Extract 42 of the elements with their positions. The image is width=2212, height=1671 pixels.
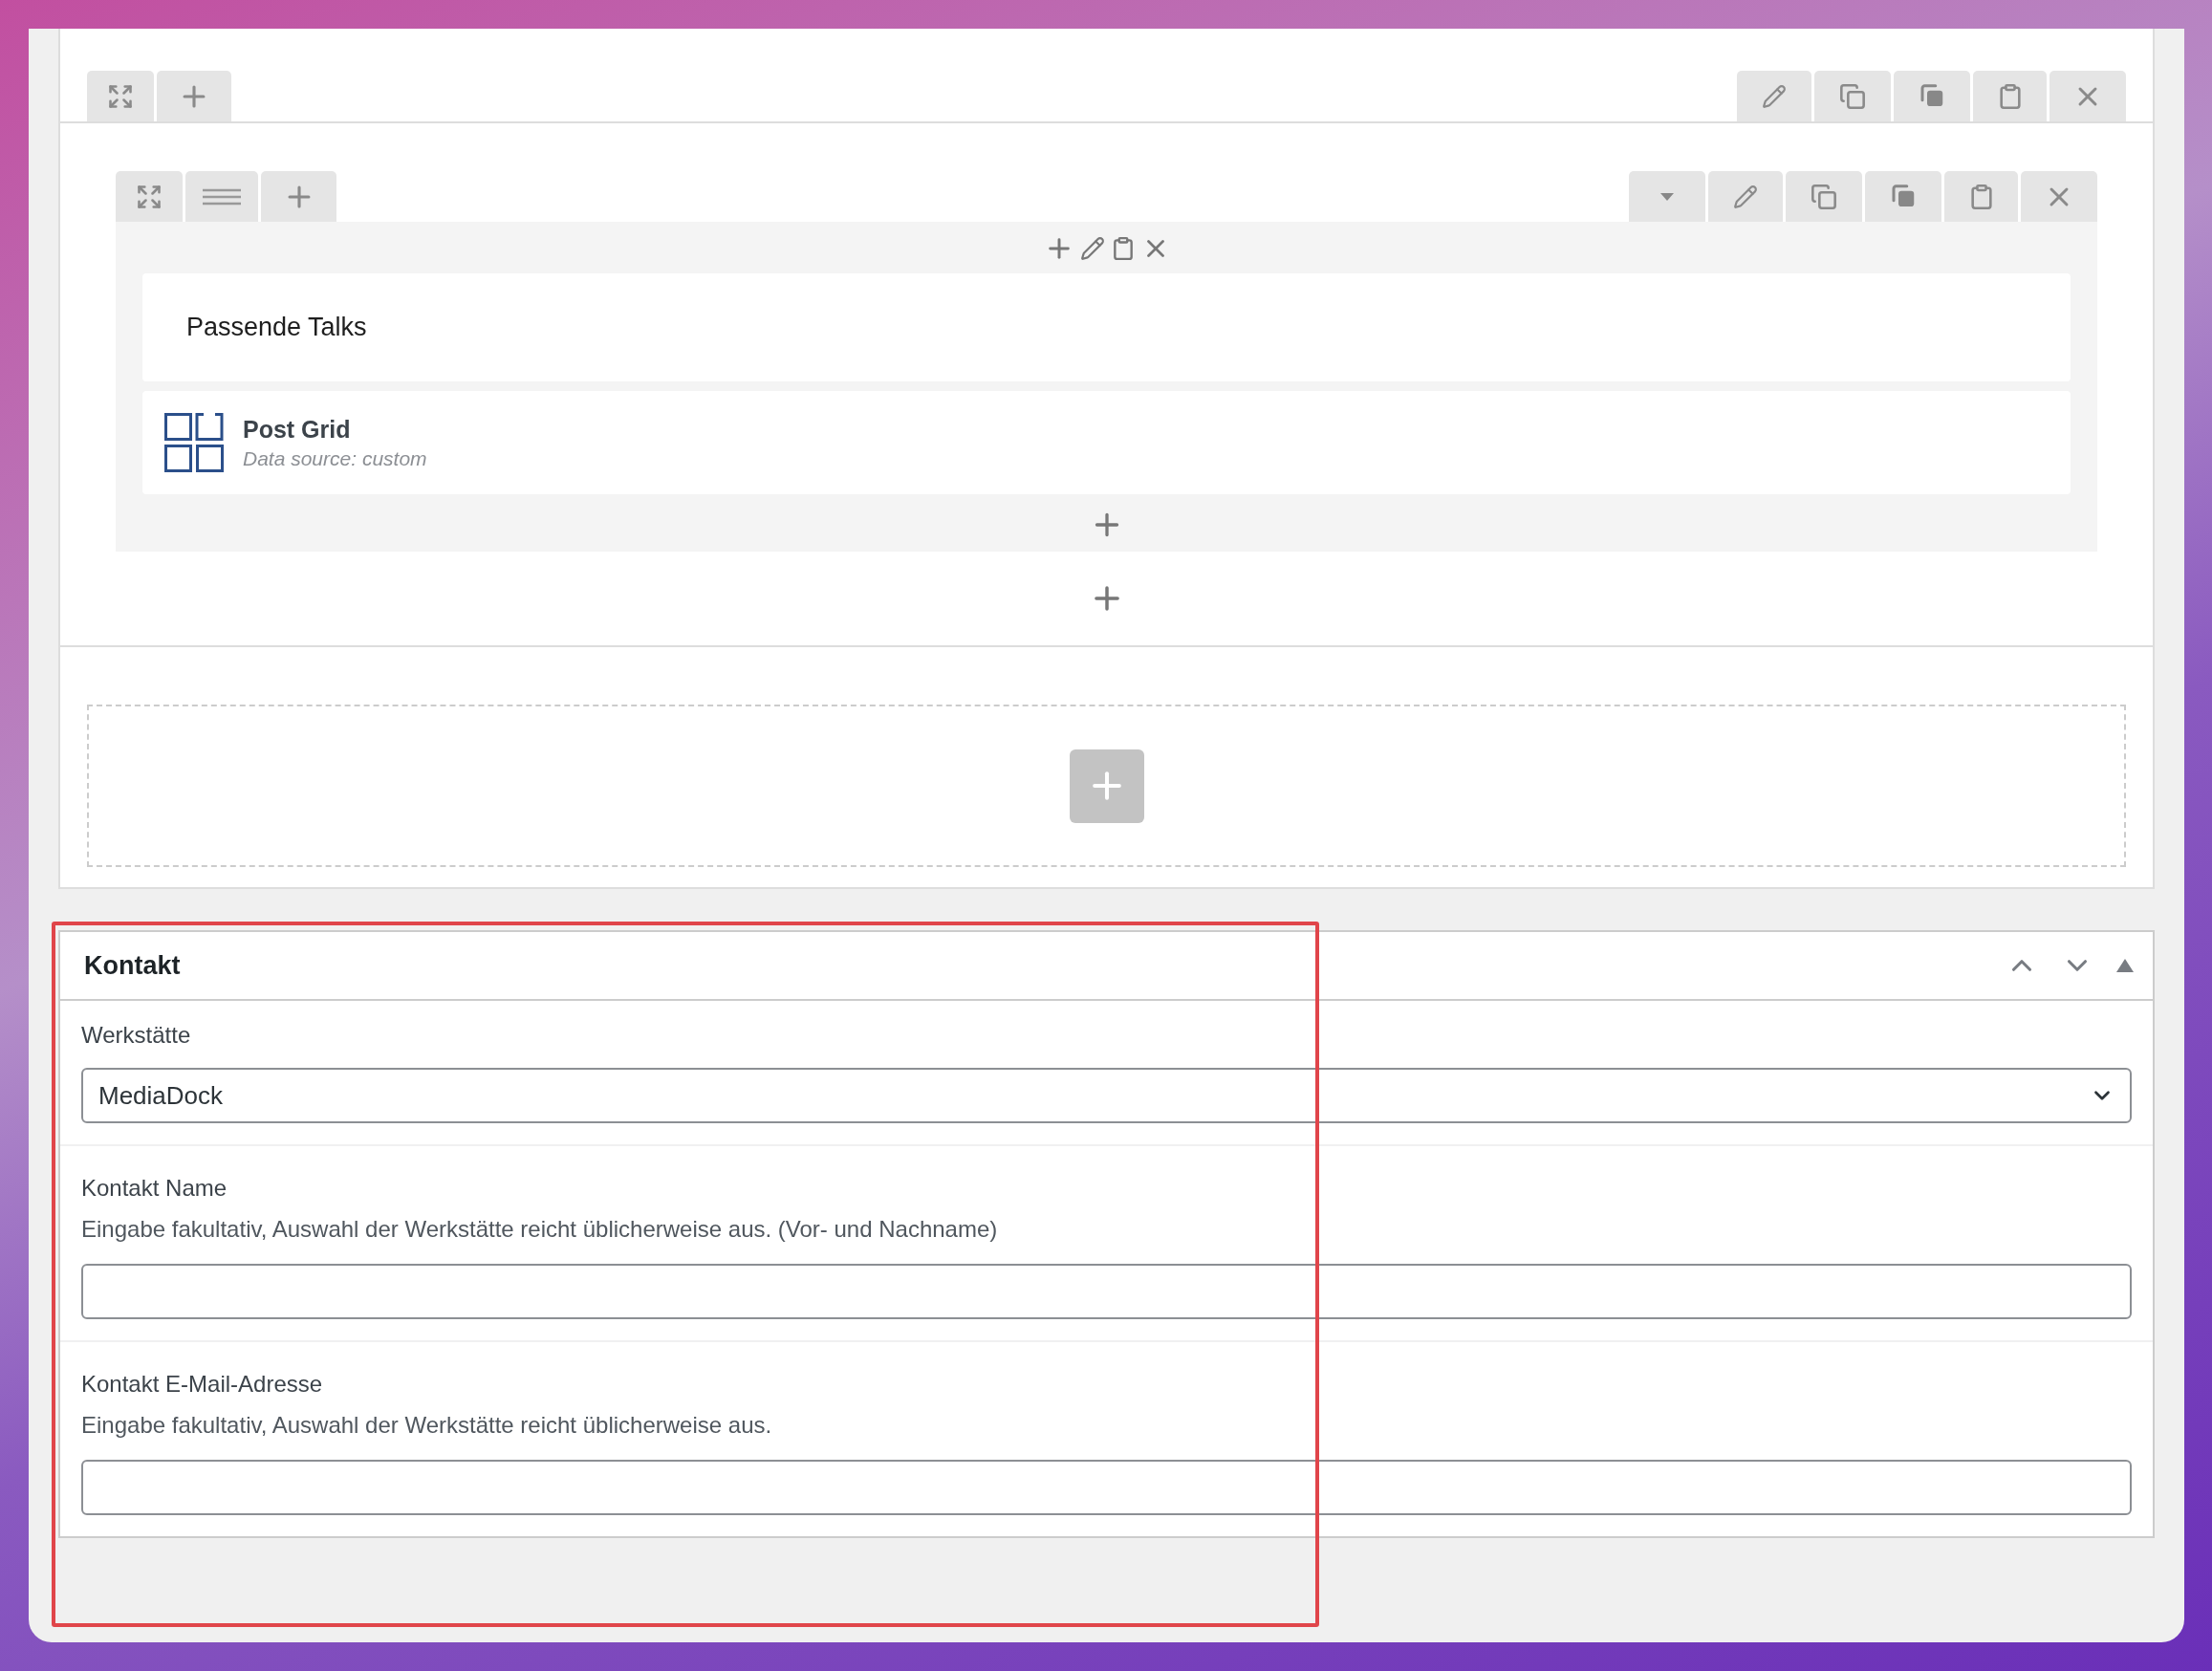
field-description: Eingabe fakultativ, Auswahl der Werkstätte reicht üblicherweise aus. (Vor- und Nachname) — [81, 1216, 999, 1243]
module-text: Passende Talks — [186, 313, 367, 342]
module-subtitle: Data source: custom — [243, 446, 427, 470]
edit-button[interactable] — [1079, 236, 1105, 261]
duplicate-button[interactable] — [1786, 171, 1862, 222]
expand-button[interactable] — [116, 171, 183, 222]
drag-handle-icon — [203, 187, 241, 206]
text-module[interactable]: Passende Talks — [142, 273, 2071, 381]
edit-button[interactable] — [1737, 71, 1811, 121]
add-button[interactable] — [261, 171, 336, 222]
copy-button[interactable] — [1865, 171, 1941, 222]
pencil-icon — [1079, 236, 1105, 261]
paste-button[interactable] — [1944, 171, 2018, 222]
expand-icon — [107, 82, 134, 110]
copy-button[interactable] — [1894, 71, 1970, 121]
expand-icon — [136, 183, 163, 210]
paste-button[interactable] — [1973, 71, 2047, 121]
module-title: Post Grid — [243, 415, 352, 444]
duplicate-button[interactable] — [1814, 71, 1891, 121]
copy-icon — [1839, 82, 1866, 110]
input-field[interactable] — [81, 1264, 2132, 1319]
triangle-up-icon — [2116, 959, 2134, 972]
input-field[interactable] — [81, 1460, 2132, 1515]
delete-button[interactable] — [2049, 71, 2126, 121]
delete-button[interactable] — [2021, 171, 2097, 222]
grid-icon — [164, 413, 224, 472]
field-label: Kontakt E-Mail-Adresse — [81, 1371, 324, 1398]
pencil-icon — [1762, 83, 1787, 109]
pencil-icon — [1733, 184, 1758, 209]
drag-button[interactable] — [185, 171, 258, 222]
add-button[interactable] — [157, 71, 231, 121]
caret-icon — [1659, 191, 1675, 202]
panel-title: Kontakt — [84, 950, 181, 981]
edit-button[interactable] — [1708, 171, 1783, 222]
add-row-button[interactable] — [1069, 749, 1144, 823]
field-label: Werkstätte — [81, 1022, 192, 1049]
post-grid-module[interactable]: Post Grid Data source: custom — [142, 391, 2071, 494]
select-field[interactable]: MediaDock — [81, 1068, 2132, 1123]
field-description: Eingabe fakultativ, Auswahl der Werkstätte reicht üblicherweise aus. — [81, 1412, 773, 1439]
copy-icon — [1811, 183, 1837, 210]
expand-button[interactable] — [87, 71, 154, 121]
field-label: Kontakt Name — [81, 1175, 228, 1202]
